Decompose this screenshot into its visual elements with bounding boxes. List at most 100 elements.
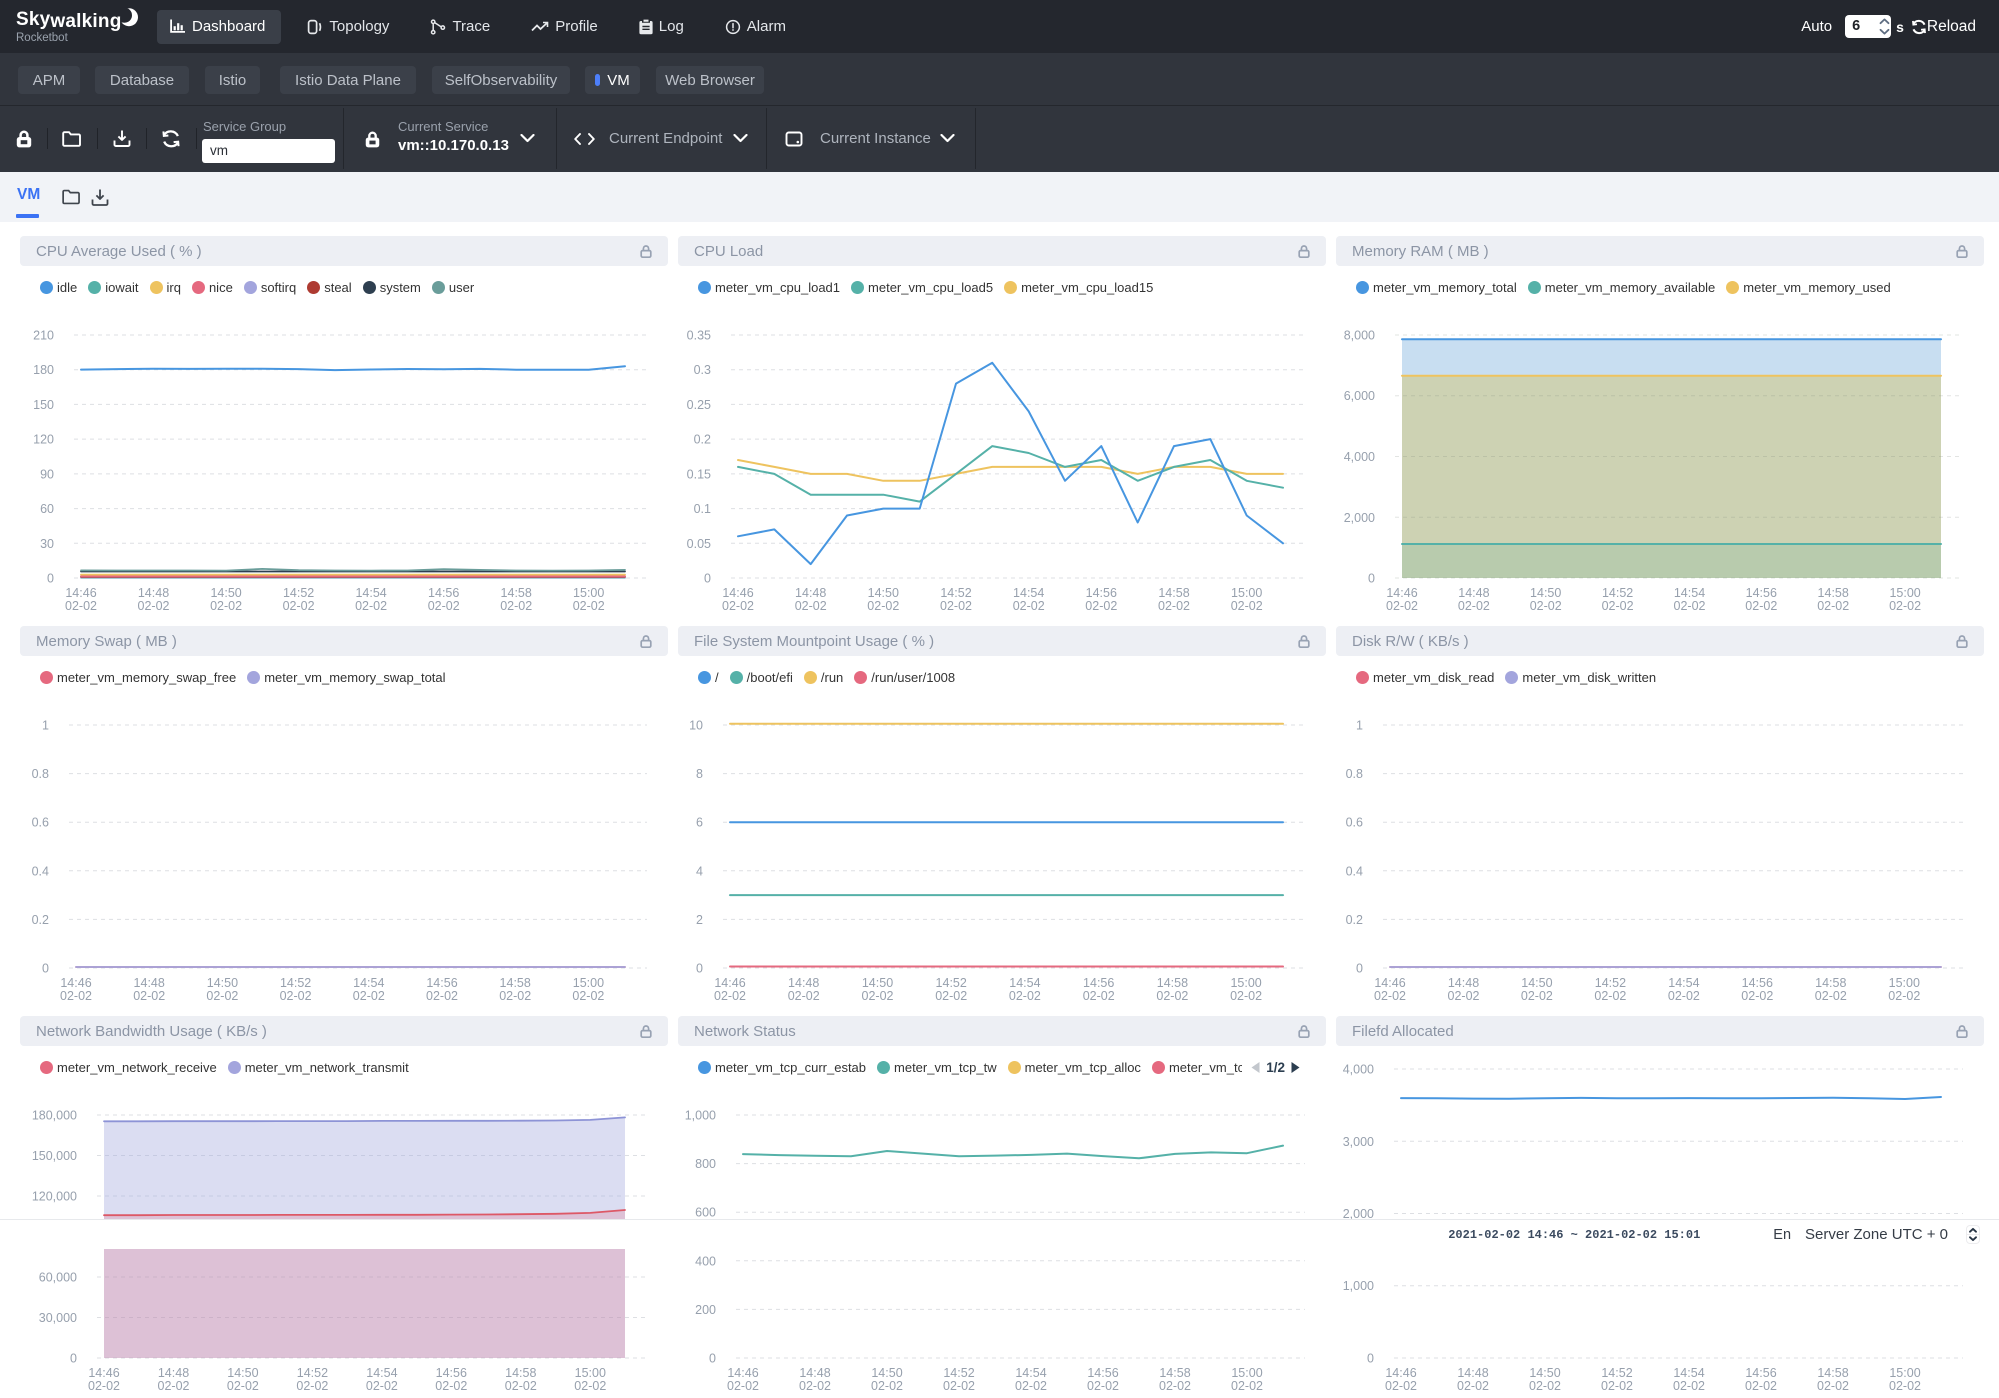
- svg-text:02-02: 02-02: [1231, 1379, 1263, 1393]
- svg-text:02-02: 02-02: [1083, 989, 1115, 1003]
- svg-text:02-02: 02-02: [799, 1379, 831, 1393]
- svg-text:02-02: 02-02: [1009, 989, 1041, 1003]
- svg-text:15:00: 15:00: [1889, 1366, 1920, 1380]
- svg-text:02-02: 02-02: [60, 989, 92, 1003]
- svg-text:0.2: 0.2: [694, 433, 711, 447]
- svg-text:02-02: 02-02: [722, 599, 754, 613]
- svg-text:02-02: 02-02: [1015, 1379, 1047, 1393]
- svg-text:15:00: 15:00: [573, 586, 604, 600]
- svg-text:14:58: 14:58: [1157, 976, 1188, 990]
- svg-text:02-02: 02-02: [366, 1379, 398, 1393]
- svg-text:90: 90: [40, 467, 54, 481]
- svg-text:400: 400: [695, 1254, 716, 1268]
- svg-text:14:54: 14:54: [1673, 1366, 1704, 1380]
- svg-text:4: 4: [696, 864, 703, 878]
- svg-text:4,000: 4,000: [1343, 1063, 1374, 1077]
- svg-text:14:58: 14:58: [500, 976, 531, 990]
- svg-text:800: 800: [695, 1157, 716, 1171]
- svg-text:02-02: 02-02: [1530, 599, 1562, 613]
- svg-text:02-02: 02-02: [1231, 599, 1263, 613]
- svg-text:14:50: 14:50: [227, 1366, 258, 1380]
- svg-text:14:56: 14:56: [1746, 586, 1777, 600]
- svg-text:0: 0: [709, 1352, 716, 1366]
- svg-text:60,000: 60,000: [39, 1271, 77, 1285]
- svg-text:02-02: 02-02: [353, 989, 385, 1003]
- svg-text:02-02: 02-02: [1385, 1379, 1417, 1393]
- svg-text:14:58: 14:58: [1815, 976, 1846, 990]
- svg-text:14:56: 14:56: [1083, 976, 1114, 990]
- svg-text:14:52: 14:52: [1602, 586, 1633, 600]
- svg-text:15:00: 15:00: [1230, 976, 1261, 990]
- svg-text:14:48: 14:48: [1458, 586, 1489, 600]
- svg-text:02-02: 02-02: [1668, 989, 1700, 1003]
- svg-text:14:54: 14:54: [1013, 586, 1044, 600]
- svg-text:02-02: 02-02: [1741, 989, 1773, 1003]
- svg-text:15:00: 15:00: [1231, 1366, 1262, 1380]
- svg-text:02-02: 02-02: [871, 1379, 903, 1393]
- svg-text:02-02: 02-02: [572, 989, 604, 1003]
- svg-text:02-02: 02-02: [158, 1379, 190, 1393]
- svg-text:02-02: 02-02: [573, 599, 605, 613]
- svg-text:0.15: 0.15: [687, 467, 711, 481]
- svg-text:150,000: 150,000: [32, 1149, 77, 1163]
- svg-text:14:52: 14:52: [1601, 1366, 1632, 1380]
- svg-text:02-02: 02-02: [727, 1379, 759, 1393]
- svg-text:02-02: 02-02: [1159, 1379, 1191, 1393]
- svg-text:02-02: 02-02: [1817, 599, 1849, 613]
- svg-text:02-02: 02-02: [1594, 989, 1626, 1003]
- svg-text:0: 0: [1368, 572, 1375, 586]
- svg-text:10: 10: [689, 719, 703, 733]
- svg-text:02-02: 02-02: [283, 599, 315, 613]
- svg-text:02-02: 02-02: [867, 599, 899, 613]
- svg-text:14:46: 14:46: [714, 976, 745, 990]
- svg-text:0: 0: [1367, 1352, 1374, 1366]
- svg-text:14:46: 14:46: [60, 976, 91, 990]
- svg-text:14:48: 14:48: [795, 586, 826, 600]
- svg-text:02-02: 02-02: [65, 599, 97, 613]
- svg-text:02-02: 02-02: [138, 599, 170, 613]
- svg-text:14:48: 14:48: [799, 1366, 830, 1380]
- svg-text:02-02: 02-02: [505, 1379, 537, 1393]
- svg-text:14:46: 14:46: [1374, 976, 1405, 990]
- svg-text:180,000: 180,000: [32, 1109, 77, 1123]
- svg-text:02-02: 02-02: [940, 599, 972, 613]
- svg-text:14:54: 14:54: [1009, 976, 1040, 990]
- svg-text:14:54: 14:54: [366, 1366, 397, 1380]
- svg-text:14:48: 14:48: [138, 586, 169, 600]
- svg-text:15:00: 15:00: [575, 1366, 606, 1380]
- svg-text:02-02: 02-02: [1521, 989, 1553, 1003]
- svg-text:02-02: 02-02: [1889, 1379, 1921, 1393]
- svg-text:14:56: 14:56: [428, 586, 459, 600]
- svg-text:14:52: 14:52: [297, 1366, 328, 1380]
- svg-text:200: 200: [695, 1303, 716, 1317]
- svg-text:14:54: 14:54: [1668, 976, 1699, 990]
- svg-text:14:54: 14:54: [1674, 586, 1705, 600]
- svg-text:02-02: 02-02: [1386, 599, 1418, 613]
- svg-text:14:50: 14:50: [1530, 586, 1561, 600]
- svg-text:0.4: 0.4: [32, 864, 49, 878]
- svg-text:02-02: 02-02: [574, 1379, 606, 1393]
- svg-text:02-02: 02-02: [1601, 1379, 1633, 1393]
- svg-text:14:50: 14:50: [871, 1366, 902, 1380]
- svg-text:02-02: 02-02: [1448, 989, 1480, 1003]
- svg-text:14:58: 14:58: [501, 586, 532, 600]
- svg-text:600: 600: [695, 1206, 716, 1220]
- svg-text:02-02: 02-02: [943, 1379, 975, 1393]
- svg-text:14:46: 14:46: [88, 1366, 119, 1380]
- svg-text:14:52: 14:52: [940, 586, 971, 600]
- svg-text:0: 0: [70, 1352, 77, 1366]
- svg-text:0.6: 0.6: [32, 816, 49, 830]
- svg-text:14:58: 14:58: [1158, 586, 1189, 600]
- svg-text:6,000: 6,000: [1344, 389, 1375, 403]
- svg-text:14:46: 14:46: [1386, 586, 1417, 600]
- svg-text:14:50: 14:50: [1529, 1366, 1560, 1380]
- svg-text:02-02: 02-02: [1745, 599, 1777, 613]
- svg-text:02-02: 02-02: [788, 989, 820, 1003]
- svg-text:02-02: 02-02: [280, 989, 312, 1003]
- svg-text:8: 8: [696, 767, 703, 781]
- svg-text:0.8: 0.8: [32, 767, 49, 781]
- svg-text:14:52: 14:52: [936, 976, 967, 990]
- svg-text:15:00: 15:00: [1889, 976, 1920, 990]
- svg-text:14:50: 14:50: [862, 976, 893, 990]
- svg-text:14:58: 14:58: [1818, 586, 1849, 600]
